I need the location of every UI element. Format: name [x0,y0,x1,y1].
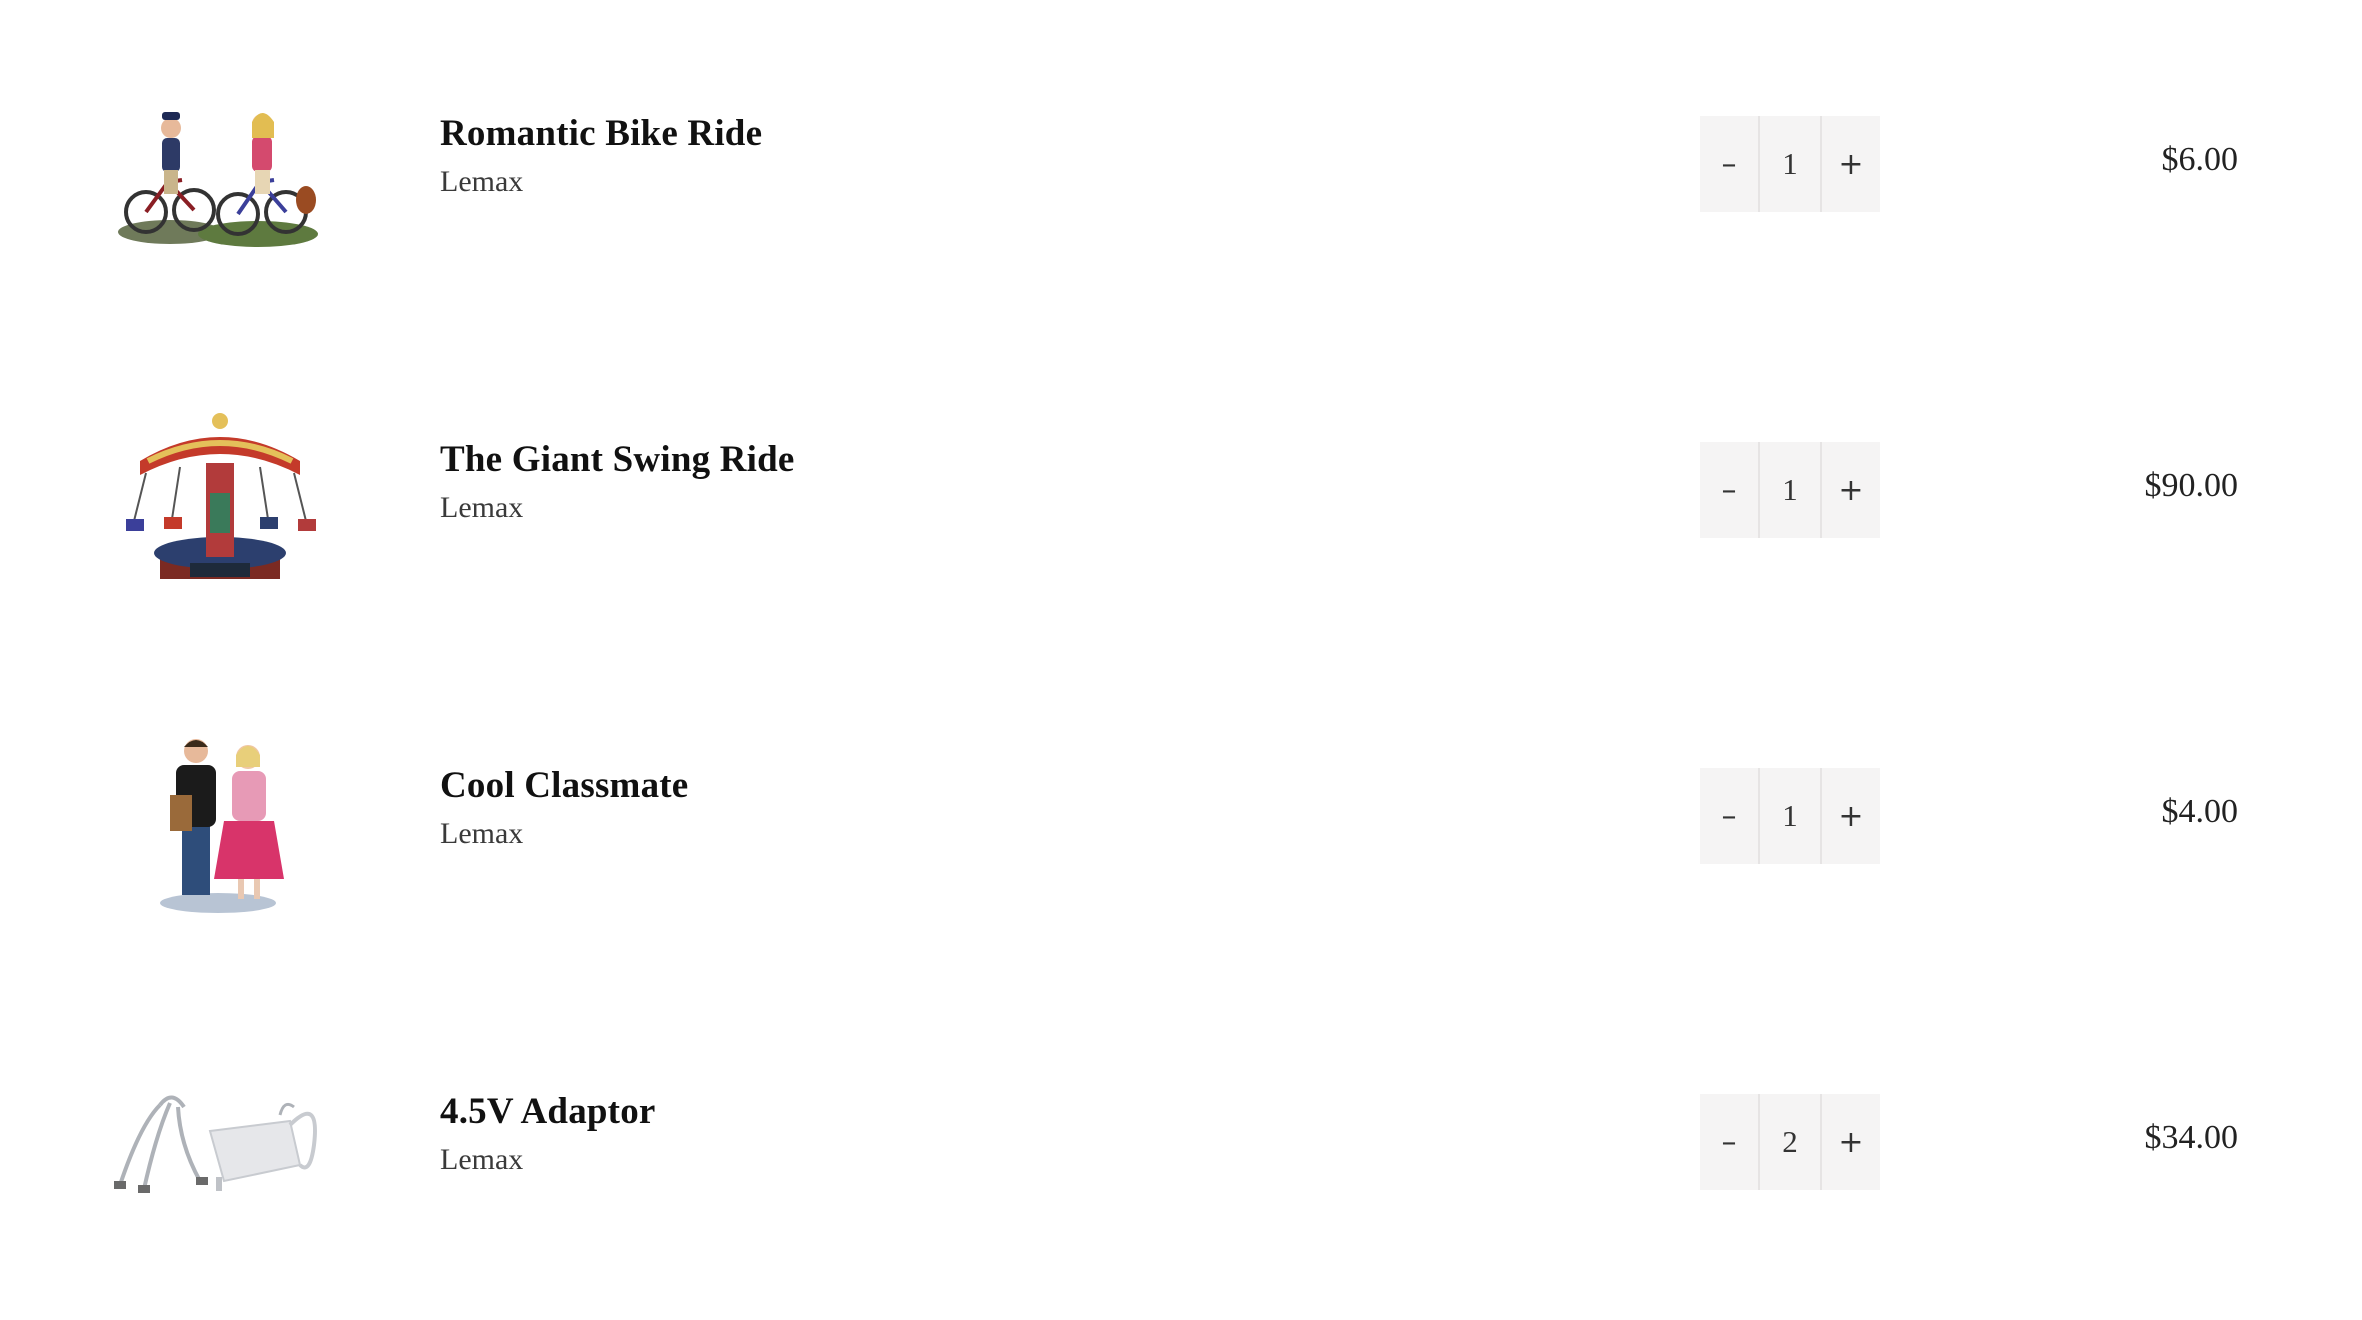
decrement-button[interactable]: – [1700,1094,1758,1190]
product-price: $4.00 [2161,793,2239,830]
quantity-stepper: – 1 + [1700,768,1880,864]
product-title[interactable]: 4.5V Adaptor [440,1090,1540,1134]
power-adaptor-icon [114,1095,317,1193]
product-title[interactable]: The Giant Swing Ride [440,438,1540,482]
product-info: Romantic Bike Ride Lemax [440,112,1540,202]
quantity-stepper: – 2 + [1700,1094,1880,1190]
product-info: Cool Classmate Lemax [440,764,1540,854]
cart-item-row: 4.5V Adaptor Lemax – 2 + $34.00 [0,1040,2362,1240]
increment-button[interactable]: + [1822,768,1880,864]
product-image[interactable] [95,398,345,598]
product-brand: Lemax [440,491,524,524]
increment-button[interactable]: + [1822,1094,1880,1190]
decrement-button[interactable]: – [1700,116,1758,212]
increment-button[interactable]: + [1822,442,1880,538]
product-brand: Lemax [440,817,524,850]
cart-item-row: The Giant Swing Ride Lemax – 1 + $90.00 [0,388,2362,588]
product-info: The Giant Swing Ride Lemax [440,438,1540,528]
increment-button[interactable]: + [1822,116,1880,212]
product-brand: Lemax [440,165,524,198]
product-brand: Lemax [440,1143,524,1176]
product-image[interactable] [95,1050,345,1250]
cart-item-list: Romantic Bike Ride Lemax – 1 + $6.00 The… [0,0,2362,1320]
quantity-value[interactable]: 2 [1758,1094,1822,1190]
quantity-value[interactable]: 1 [1758,442,1822,538]
quantity-stepper: – 1 + [1700,116,1880,212]
product-image[interactable] [95,72,345,272]
quantity-value[interactable]: 1 [1758,768,1822,864]
quantity-stepper: – 1 + [1700,442,1880,538]
product-info: 4.5V Adaptor Lemax [440,1090,1540,1180]
product-price: $6.00 [2161,141,2239,178]
product-price: $34.00 [2144,1119,2239,1156]
cart-item-row: Romantic Bike Ride Lemax – 1 + $6.00 [0,62,2362,262]
carousel-swing-ride-icon [126,413,316,579]
quantity-value[interactable]: 1 [1758,116,1822,212]
decrement-button[interactable]: – [1700,442,1758,538]
couple-figurine-icon [160,739,284,913]
product-image[interactable] [95,724,345,924]
product-title[interactable]: Romantic Bike Ride [440,112,1540,156]
bike-riders-figurine-icon [118,112,318,247]
decrement-button[interactable]: – [1700,768,1758,864]
product-title[interactable]: Cool Classmate [440,764,1540,808]
cart-item-row: Cool Classmate Lemax – 1 + $4.00 [0,714,2362,914]
product-price: $90.00 [2144,467,2239,504]
